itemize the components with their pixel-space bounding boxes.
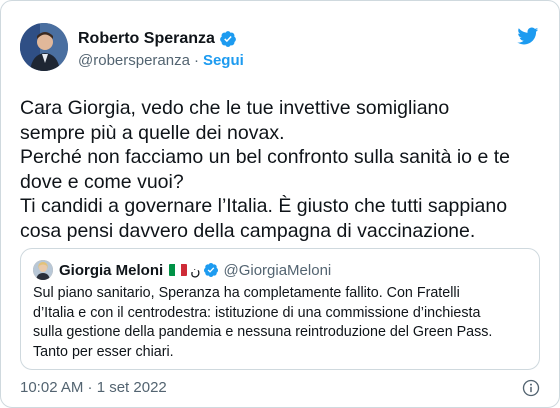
quoted-author-avatar [33,260,53,280]
twitter-bird-icon[interactable] [514,25,541,47]
quoted-author-name: Giorgia Meloni [59,261,164,279]
follow-button[interactable]: Segui [203,52,244,69]
quoted-tweet-text: Sul piano sanitario, Speranza ha complet… [33,285,493,360]
italy-flag-icon [169,264,188,276]
tweet-embed-card: Roberto Speranza @robersperanza · Segui … [0,0,560,408]
author-name[interactable]: Roberto Speranza [78,30,215,48]
verified-badge-icon [220,31,236,47]
author-block: Roberto Speranza @robersperanza · Segui [78,29,244,69]
author-handle-row: @robersperanza · Segui [78,52,244,69]
tweet-header: Roberto Speranza @robersperanza · Segui [20,23,540,75]
author-handle[interactable]: @robersperanza [78,52,190,69]
separator-dot: · [193,52,199,69]
quoted-verified-badge-icon [204,263,219,277]
author-name-row: Roberto Speranza [78,29,244,49]
tweet-footer: 10:02 AM · 1 set 2022 [20,379,540,399]
info-icon[interactable] [522,379,540,397]
quoted-tweet-header: Giorgia Meloni ن @GiorgiaMeloni [33,260,331,280]
quoted-author-symbol: ن [190,261,201,278]
quoted-author-emojis: ن [169,262,200,279]
quoted-author-handle: @GiorgiaMeloni [223,261,332,279]
author-avatar[interactable] [20,23,68,71]
quoted-tweet[interactable]: Giorgia Meloni ن @GiorgiaMeloni Sul pian… [20,248,540,370]
tweet-timestamp[interactable]: 10:02 AM · 1 set 2022 [20,379,167,396]
tweet-text: Cara Giorgia, vedo che le tue invettive … [20,97,510,242]
